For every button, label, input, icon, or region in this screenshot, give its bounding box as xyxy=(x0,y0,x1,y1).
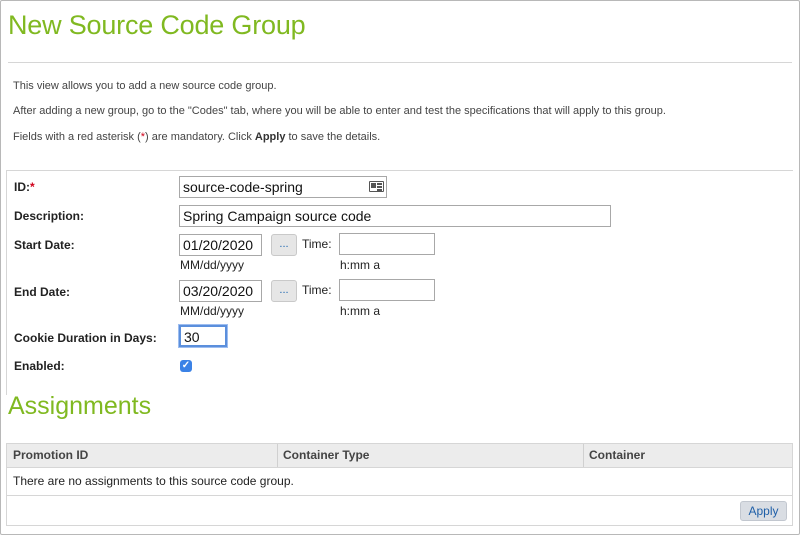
required-asterisk: * xyxy=(30,180,35,194)
end-time-input[interactable] xyxy=(339,279,435,301)
id-card-icon-line xyxy=(377,189,382,191)
intro-text: to save the details. xyxy=(285,131,381,143)
id-input[interactable]: source-code-spring xyxy=(179,176,387,198)
title-divider xyxy=(8,62,792,63)
start-time-input[interactable] xyxy=(339,233,435,255)
column-header-container-type[interactable]: Container Type xyxy=(277,444,583,467)
cookie-duration-input[interactable]: 30 xyxy=(179,325,227,347)
end-date-label: End Date: xyxy=(14,285,71,299)
id-card-icon[interactable] xyxy=(369,181,384,192)
assignments-table-header: Promotion ID Container Type Container xyxy=(6,443,793,468)
intro-line-1: This view allows you to add a new source… xyxy=(13,80,277,92)
enabled-checkbox[interactable]: ✓ xyxy=(180,360,192,372)
empty-assignments-message: There are no assignments to this source … xyxy=(6,468,793,496)
intro-line-2: After adding a new group, go to the "Cod… xyxy=(13,105,666,117)
start-time-format-hint: h:mm a xyxy=(340,258,381,272)
end-date-input[interactable]: 03/20/2020 xyxy=(179,280,262,302)
start-date-label: Start Date: xyxy=(14,238,75,252)
cookie-duration-label: Cookie Duration in Days: xyxy=(14,331,157,345)
id-card-icon-line xyxy=(377,183,382,185)
end-time-format-hint: h:mm a xyxy=(340,304,381,318)
start-date-format-hint: MM/dd/yyyy xyxy=(180,258,245,272)
intro-text: Fields with a red asterisk ( xyxy=(13,131,141,143)
assignments-table-footer: Apply xyxy=(6,496,793,526)
id-card-icon-photo xyxy=(371,183,376,188)
id-label-text: ID: xyxy=(14,180,30,194)
intro-line-3: Fields with a red asterisk (*) are manda… xyxy=(13,131,380,143)
apply-button[interactable]: Apply xyxy=(740,501,787,521)
start-date-input[interactable]: 01/20/2020 xyxy=(179,234,262,256)
description-label: Description: xyxy=(14,209,85,223)
enabled-label: Enabled: xyxy=(14,359,65,373)
assignments-title: Assignments xyxy=(8,392,152,420)
id-card-icon-line xyxy=(377,186,382,188)
page-title: New Source Code Group xyxy=(8,10,306,40)
column-header-container[interactable]: Container xyxy=(583,444,792,467)
id-label: ID:* xyxy=(14,180,35,194)
start-date-picker-button[interactable]: ... xyxy=(271,234,297,256)
intro-text: ) are mandatory. Click xyxy=(145,131,255,143)
end-date-format-hint: MM/dd/yyyy xyxy=(180,304,245,318)
description-input[interactable]: Spring Campaign source code xyxy=(179,205,611,227)
start-time-label: Time: xyxy=(302,237,332,251)
end-time-label: Time: xyxy=(302,283,332,297)
intro-apply-word: Apply xyxy=(254,131,286,143)
column-header-promotion-id[interactable]: Promotion ID xyxy=(7,444,277,467)
end-date-picker-button[interactable]: ... xyxy=(271,280,297,302)
